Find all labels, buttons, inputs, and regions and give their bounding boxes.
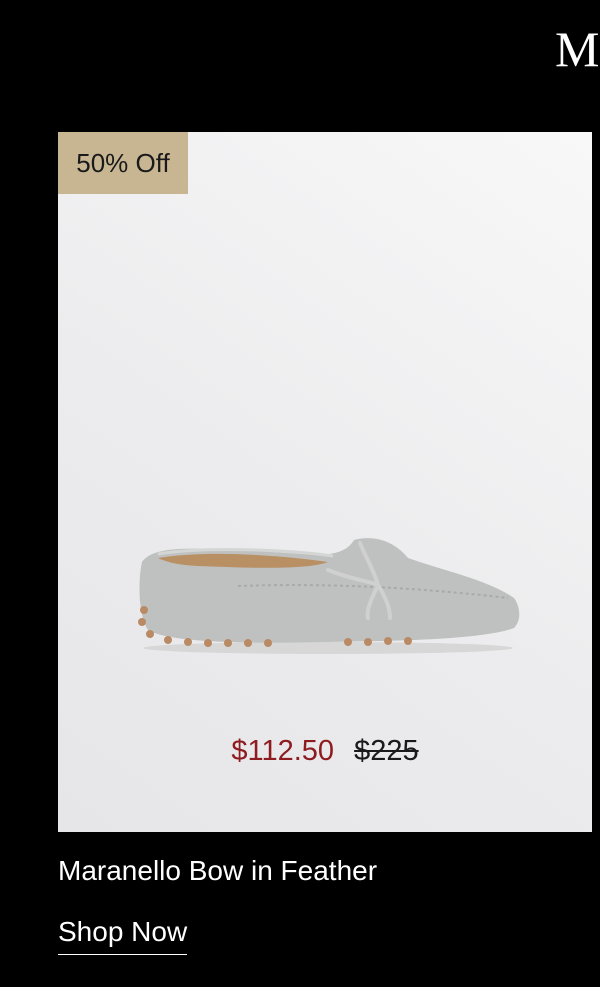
product-card[interactable]: 50% Off $112.50 $225: [58, 132, 592, 832]
original-price: $225: [354, 735, 419, 767]
sale-price: $112.50: [231, 735, 335, 767]
product-name[interactable]: Maranello Bow in Feather: [58, 855, 377, 887]
price-row: $112.50 $225: [58, 735, 592, 768]
discount-badge: 50% Off: [58, 132, 188, 194]
header-title-partial: M: [555, 21, 600, 77]
shop-now-link[interactable]: Shop Now: [58, 916, 188, 955]
loafer-shoe-image[interactable]: [128, 510, 528, 660]
